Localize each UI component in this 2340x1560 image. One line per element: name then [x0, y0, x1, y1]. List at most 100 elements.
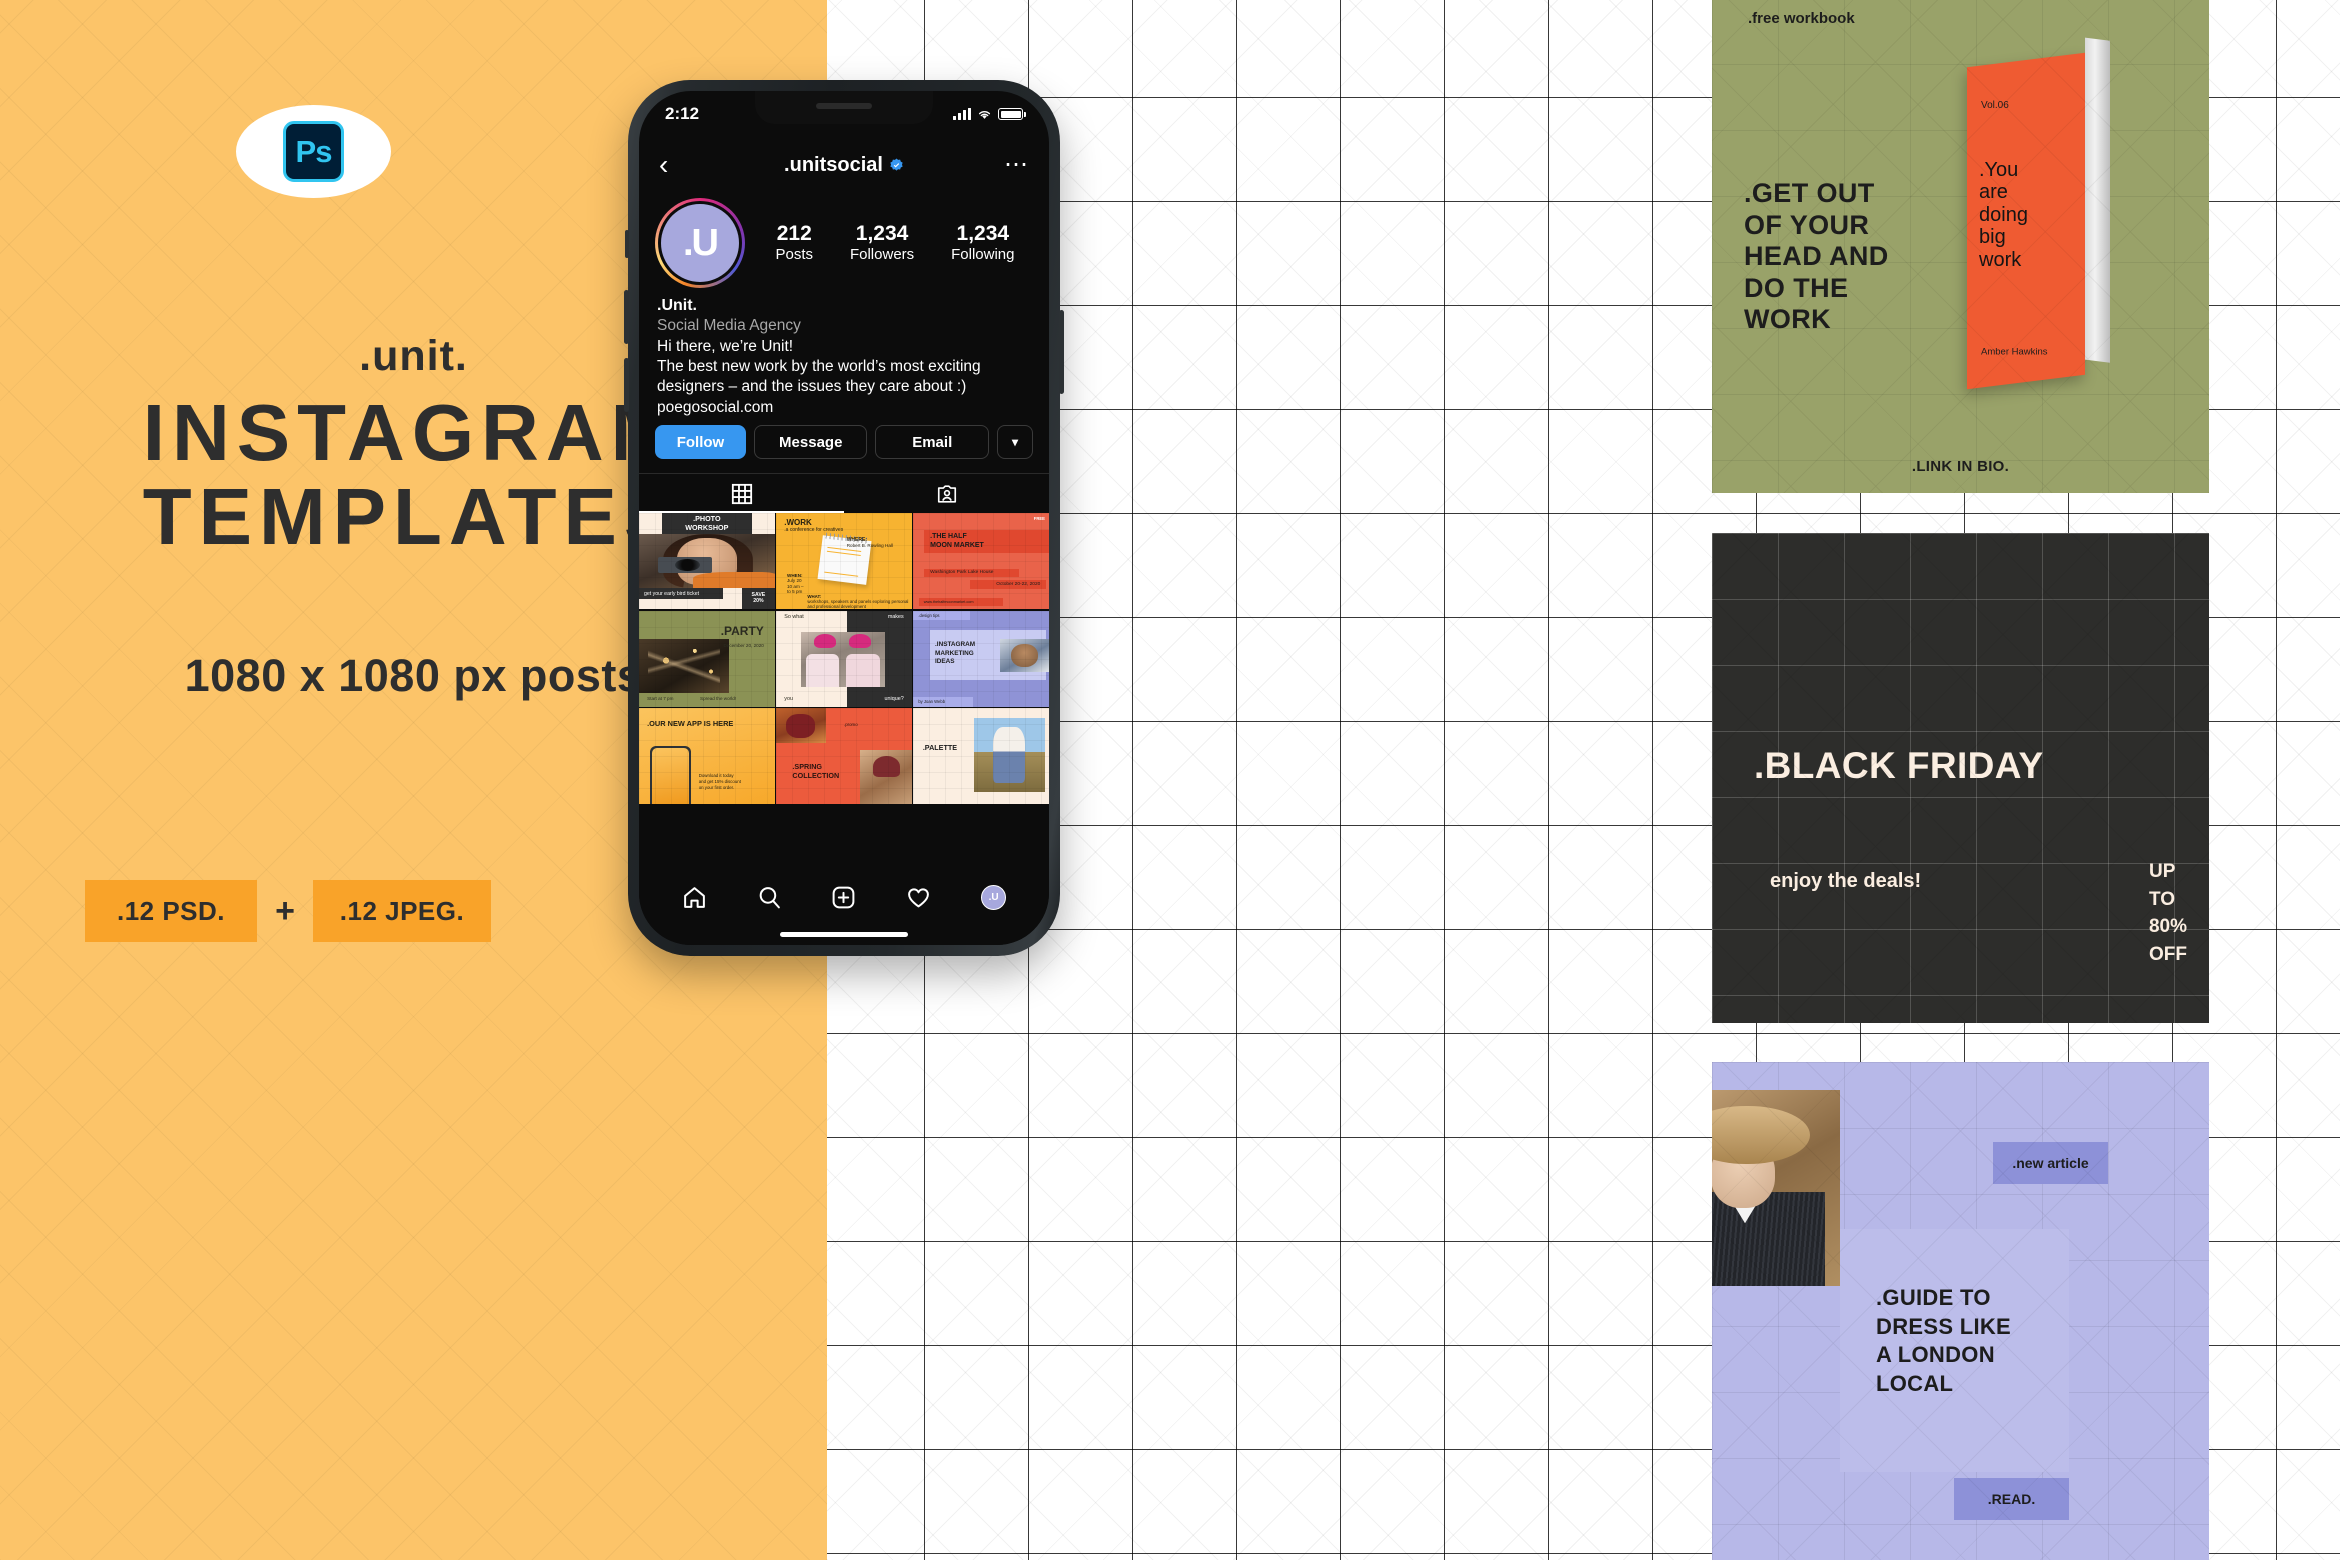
grid-post-palette[interactable]: .PALETTE — [913, 708, 1049, 804]
search-icon[interactable] — [757, 885, 782, 910]
card-free-workbook[interactable]: .free workbook .GET OUT OF YOUR HEAD AND… — [1712, 0, 2209, 493]
bio-line-2: The best new work by the world’s most ex… — [657, 358, 981, 376]
grid-post-our-new-app[interactable]: .OUR NEW APP IS HERE Download it today a… — [639, 708, 775, 804]
post-free-tag: FREE — [1033, 515, 1045, 521]
status-icons — [953, 108, 1026, 120]
phone-illustration — [649, 746, 691, 804]
post-date: December 20, 2020 — [723, 643, 764, 649]
post-title-line1: .SPRING — [792, 761, 822, 771]
heart-icon[interactable] — [906, 885, 931, 910]
stat-posts-count: 212 — [776, 221, 812, 245]
nav-avatar-label: .U — [981, 884, 1007, 910]
london-read-button[interactable]: .READ. — [1954, 1478, 2069, 1520]
instagram-header: ‹ .unitsocial ⋯ — [639, 143, 1049, 187]
stat-followers-count: 1,234 — [855, 221, 909, 245]
post-title: .INSTAGRAM MARKETING IDEAS — [935, 641, 975, 666]
post-url: www.thehalfmoonmarket.com — [918, 598, 1003, 607]
heading-line3: HEAD AND — [1744, 241, 1889, 272]
grid-post-work-conference[interactable]: .WORK .a conference for creatives WHERE:… — [776, 513, 912, 609]
verified-badge-icon — [890, 158, 903, 171]
post-author: by Joan Webb — [913, 696, 974, 707]
grid-post-half-moon-market[interactable]: FREE .THE HALF MOON MARKET Washington Pa… — [913, 513, 1049, 609]
post-word-4: unique? — [884, 696, 904, 703]
post-title: .PHOTO WORKSHOP — [662, 513, 752, 535]
earpiece-speaker — [816, 103, 872, 109]
book-volume: Vol.06 — [1981, 99, 2009, 111]
mute-switch[interactable] — [625, 230, 629, 258]
heading-line4: DO THE — [1744, 272, 1849, 303]
tab-tagged[interactable] — [844, 474, 1049, 513]
stat-followers[interactable]: 1,234 Followers — [850, 222, 914, 264]
post-title: .PALETTE — [922, 743, 958, 753]
post-word-2: makes — [887, 614, 904, 621]
bio-website-link[interactable]: poegosocial.com — [657, 398, 1033, 418]
post-photo — [639, 534, 775, 588]
grid-post-so-what-makes-you-unique[interactable]: So what makes you unique? — [776, 610, 912, 707]
volume-down-button[interactable] — [624, 358, 629, 412]
what-label: WHAT: — [807, 593, 822, 599]
detail-line3: on your first order. — [698, 785, 735, 791]
book-title-line3: doing — [1979, 203, 2028, 226]
more-options-icon[interactable]: ⋯ — [1004, 153, 1029, 177]
stat-following[interactable]: 1,234 Following — [951, 222, 1014, 264]
post-title-line1: .THE HALF — [930, 533, 967, 541]
workbook-link-in-bio[interactable]: .LINK IN BIO. — [1712, 458, 2209, 475]
post-title-line2: COLLECTION — [792, 771, 840, 781]
post-photo — [1000, 639, 1049, 672]
profile-summary-row: .U 212 Posts 1,234 Followers 1,234 Follo… — [639, 195, 1049, 291]
offer-line4: OFF — [2148, 943, 2187, 965]
post-gridlines — [913, 513, 1049, 609]
post-location: Washington Park Lake House — [924, 568, 1020, 578]
workbook-tag: .free workbook — [1748, 10, 1855, 27]
avatar-inner: .U — [658, 201, 742, 285]
power-button[interactable] — [1059, 310, 1064, 394]
book-title-line5: work — [1979, 248, 2022, 271]
post-title: .SPRING COLLECTION — [792, 762, 839, 781]
photo-hair-left — [814, 633, 836, 649]
plus-box-icon[interactable] — [831, 885, 856, 910]
profile-action-buttons: Follow Message Email ▾ — [655, 425, 1033, 459]
email-button[interactable]: Email — [875, 425, 989, 459]
stat-posts[interactable]: 212 Posts — [775, 222, 813, 264]
wifi-icon — [978, 111, 991, 119]
black-friday-title: .BLACK FRIDAY — [1754, 745, 2044, 786]
avatar-story-ring[interactable]: .U — [655, 198, 745, 288]
volume-up-button[interactable] — [624, 290, 629, 344]
post-subtitle: .a conference for creatives — [784, 527, 844, 534]
status-time: 2:12 — [665, 104, 700, 123]
when-value: July 20 10 am – to 5 pm — [787, 578, 804, 595]
where-value: Robert B. Rowling Hall — [846, 543, 893, 548]
book-spine — [2085, 37, 2110, 363]
chevron-down-icon[interactable]: ▾ — [996, 425, 1033, 459]
follow-button[interactable]: Follow — [655, 425, 746, 459]
chip-psd: .12 PSD. — [85, 880, 257, 942]
post-date: October 20-22, 2020 — [970, 580, 1047, 589]
stat-posts-label: Posts — [775, 246, 813, 264]
photo-hair-right — [849, 633, 872, 649]
card-london-guide[interactable]: .new article .GUIDE TO DRESS LIKE A LOND… — [1712, 1062, 2209, 1560]
grid-post-spring-collection[interactable]: .promo .SPRING COLLECTION — [776, 708, 912, 804]
grid-icon — [731, 483, 752, 504]
post-what: WHAT: workshops, speakers and panels exp… — [807, 594, 911, 609]
black-friday-subtitle: enjoy the deals! — [1770, 870, 1922, 892]
photo-person — [992, 726, 1026, 784]
post-grid: .PHOTO WORKSHOP get your early bird tick… — [639, 513, 1049, 804]
home-icon[interactable] — [682, 885, 707, 910]
battery-icon — [998, 108, 1026, 120]
profile-stats: 212 Posts 1,234 Followers 1,234 Followin… — [745, 222, 1033, 264]
post-when: WHEN: July 20 10 am – to 5 pm — [787, 573, 804, 595]
chevron-left-icon[interactable]: ‹ — [659, 151, 668, 179]
book-title-line4: big — [1979, 225, 2006, 248]
tab-grid[interactable] — [639, 474, 844, 513]
post-photo — [974, 717, 1045, 793]
grid-post-photo-workshop[interactable]: .PHOTO WORKSHOP get your early bird tick… — [639, 513, 775, 609]
grid-post-instagram-marketing-ideas[interactable]: .design tips .INSTAGRAM MARKETING IDEAS … — [913, 610, 1049, 707]
avatar-icon[interactable]: .U — [981, 884, 1007, 910]
card-black-friday[interactable]: .BLACK FRIDAY enjoy the deals! UP TO 80%… — [1712, 533, 2209, 1023]
person-tagged-icon — [937, 484, 956, 503]
book-title: .You are doing big work — [1979, 159, 2028, 271]
bio-display-name: .Unit. — [657, 297, 697, 314]
message-button[interactable]: Message — [753, 425, 868, 459]
grid-post-party[interactable]: .PARTY December 20, 2020 Start at 7 pm S… — [639, 610, 775, 707]
profile-username-title: .unitsocial — [639, 154, 1049, 177]
